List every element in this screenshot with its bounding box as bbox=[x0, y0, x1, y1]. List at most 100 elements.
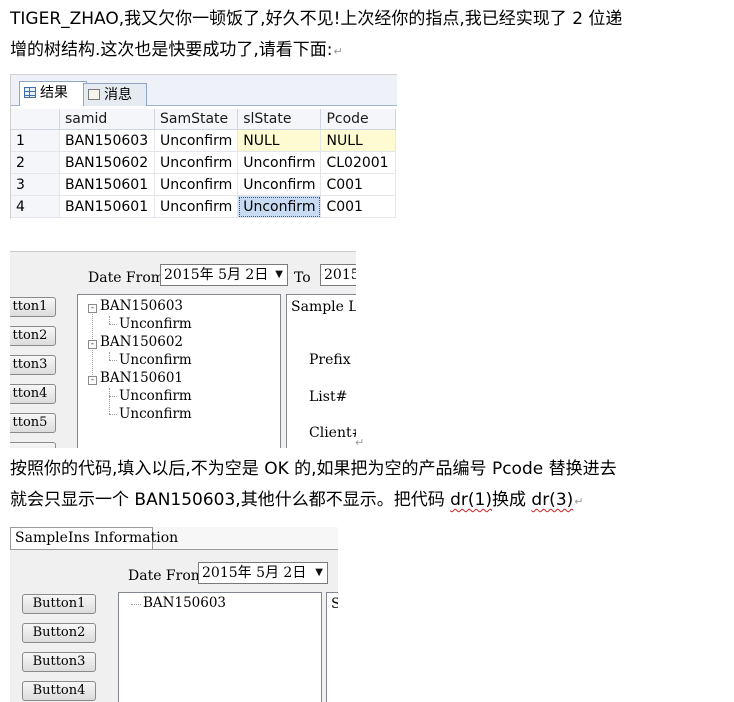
cell-pcode[interactable]: C001 bbox=[320, 173, 397, 196]
tree-node-unconfirm[interactable]: Unconfirm bbox=[119, 388, 192, 404]
sample-list-tab[interactable]: Sample Lis bbox=[291, 299, 356, 315]
date-from-picker[interactable]: 2015年 5月 2日 ▼ bbox=[198, 562, 328, 584]
list-number-label: List# bbox=[309, 389, 348, 405]
cell-samstate[interactable]: Unconfirm bbox=[154, 195, 239, 218]
cell-slstate-selected[interactable]: Unconfirm bbox=[237, 195, 322, 218]
sample-tree-view[interactable]: - BAN150603 Unconfirm - BAN150602 Unconf… bbox=[77, 294, 281, 448]
button-3[interactable]: tton3 bbox=[10, 355, 56, 375]
tab-messages[interactable]: 消息 bbox=[83, 83, 147, 106]
date-from-label: Date From bbox=[128, 568, 205, 584]
tree-node-unconfirm[interactable]: Unconfirm bbox=[119, 352, 192, 368]
sample-list-panel: Sample Lis Prefix C List# Client# bbox=[286, 294, 356, 448]
button-6[interactable] bbox=[10, 442, 56, 448]
cell-slstate[interactable]: NULL bbox=[237, 129, 322, 152]
column-header-pcode[interactable]: Pcode bbox=[320, 109, 397, 130]
tree-connector bbox=[109, 388, 110, 414]
tab-sampleins-information[interactable]: SampleIns Information bbox=[10, 527, 178, 549]
prefix-label: Prefix C bbox=[309, 352, 356, 368]
cell-samstate[interactable]: Unconfirm bbox=[154, 129, 239, 152]
followup-line-2b: 换成 bbox=[492, 490, 532, 510]
followup-line-2a: 就会只显示一个 BAN150603,其他什么都不显示。把代码 bbox=[10, 490, 451, 510]
results-tabstrip: 结果 消息 bbox=[11, 75, 397, 106]
followup-line-1: 按照你的代码,填入以后,不为空是 OK 的,如果把为空的产品编号 Pcode 替… bbox=[10, 454, 617, 485]
tree-node-ban150602[interactable]: BAN150602 bbox=[100, 334, 183, 350]
tree-connector bbox=[109, 316, 110, 324]
followup-line-2: 就会只显示一个 BAN150603,其他什么都不显示。把代码 dr(1)换成 d… bbox=[10, 485, 584, 517]
sample-list-panel: S bbox=[326, 592, 338, 702]
chevron-down-icon[interactable]: ▼ bbox=[275, 265, 283, 285]
tree-connector bbox=[109, 414, 117, 415]
cell-samid[interactable]: BAN150601 bbox=[59, 173, 155, 196]
table-row: 1 BAN150603 Unconfirm NULL NULL bbox=[11, 129, 397, 152]
sample-tree-view[interactable]: BAN150603 bbox=[118, 592, 322, 702]
cell-samid[interactable]: BAN150603 bbox=[59, 129, 155, 152]
tree-connector bbox=[131, 604, 141, 605]
column-header-slstate[interactable]: slState bbox=[237, 109, 322, 130]
date-to-picker[interactable]: 2015年 bbox=[320, 264, 356, 286]
table-row: 4 BAN150601 Unconfirm Unconfirm C001 bbox=[11, 195, 397, 218]
cell-samid[interactable]: BAN150602 bbox=[59, 151, 155, 174]
button-5[interactable]: tton5 bbox=[10, 413, 56, 433]
row-number[interactable]: 2 bbox=[11, 151, 60, 174]
code-dr1: dr(1) bbox=[450, 490, 492, 510]
button-2[interactable]: tton2 bbox=[10, 326, 56, 346]
button-4[interactable]: Button4 bbox=[22, 681, 96, 701]
button-2[interactable]: Button2 bbox=[22, 623, 96, 643]
tree-connector bbox=[109, 324, 117, 325]
intro-line-2: 增的树结构.这次也是快要成功了,请看下面:↵ bbox=[10, 35, 343, 67]
form-screenshot-1: Date From 2015年 5月 2日 ▼ To 2015年 tton1 t… bbox=[10, 251, 356, 448]
button-1[interactable]: Button1 bbox=[22, 594, 96, 614]
form-screenshot-2: SampleIns Information Date From 2015年 5月… bbox=[10, 527, 338, 702]
collapse-icon[interactable]: - bbox=[88, 376, 97, 385]
chevron-down-icon[interactable]: ▼ bbox=[315, 563, 323, 583]
cell-pcode[interactable]: NULL bbox=[320, 129, 397, 152]
cell-samid[interactable]: BAN150601 bbox=[59, 195, 155, 218]
sample-list-tab[interactable]: S bbox=[331, 596, 338, 612]
tab-results-label: 结果 bbox=[40, 85, 68, 101]
tab-results[interactable]: 结果 bbox=[19, 81, 87, 106]
paragraph-mark-icon: ↵ bbox=[574, 495, 584, 508]
tree-connector bbox=[109, 396, 117, 397]
table-row: 3 BAN150601 Unconfirm Unconfirm C001 bbox=[11, 173, 397, 196]
message-icon bbox=[88, 89, 100, 100]
cell-slstate[interactable]: Unconfirm bbox=[237, 151, 322, 174]
followup-line-1-text: 按照你的代码,填入以后,不为空是 OK 的,如果把为空的产品编号 Pcode 替… bbox=[10, 459, 617, 479]
tree-node-ban150601[interactable]: BAN150601 bbox=[100, 370, 183, 386]
collapse-icon[interactable]: - bbox=[88, 340, 97, 349]
column-header-samid[interactable]: samid bbox=[59, 109, 155, 130]
cell-samstate[interactable]: Unconfirm bbox=[154, 173, 239, 196]
code-dr3: dr(3) bbox=[531, 490, 574, 510]
paragraph-mark-icon: ↵ bbox=[333, 45, 343, 58]
button-3[interactable]: Button3 bbox=[22, 652, 96, 672]
button-4[interactable]: tton4 bbox=[10, 384, 56, 404]
table-header-row: samid SamState slState Pcode bbox=[11, 109, 397, 130]
tree-node-unconfirm[interactable]: Unconfirm bbox=[119, 316, 192, 332]
column-header-samstate[interactable]: SamState bbox=[154, 109, 239, 130]
cell-pcode[interactable]: C001 bbox=[320, 195, 397, 218]
collapse-icon[interactable]: - bbox=[88, 304, 97, 313]
results-grid-screenshot: 结果 消息 samid SamState slState Pcode 1 BAN… bbox=[10, 74, 397, 219]
cell-samstate[interactable]: Unconfirm bbox=[154, 151, 239, 174]
cell-pcode[interactable]: CL02001 bbox=[320, 151, 397, 174]
date-from-picker[interactable]: 2015年 5月 2日 ▼ bbox=[160, 264, 288, 286]
intro-line-2-text: 增的树结构.这次也是快要成功了,请看下面: bbox=[10, 40, 333, 60]
grid-icon bbox=[24, 87, 36, 98]
cell-slstate[interactable]: Unconfirm bbox=[237, 173, 322, 196]
tree-node-ban150603[interactable]: BAN150603 bbox=[143, 595, 226, 611]
tree-connector bbox=[109, 352, 110, 360]
row-number[interactable]: 4 bbox=[11, 195, 60, 218]
column-header-rownum bbox=[11, 109, 60, 130]
row-number[interactable]: 1 bbox=[11, 129, 60, 152]
date-to-value: 2015年 bbox=[324, 267, 356, 283]
results-table: samid SamState slState Pcode 1 BAN150603… bbox=[11, 109, 397, 218]
tree-node-unconfirm[interactable]: Unconfirm bbox=[119, 406, 192, 422]
tree-node-ban150603[interactable]: BAN150603 bbox=[100, 298, 183, 314]
tree-connector bbox=[109, 360, 117, 361]
to-label: To bbox=[294, 270, 311, 286]
button-1[interactable]: tton1 bbox=[10, 297, 56, 317]
table-row: 2 BAN150602 Unconfirm Unconfirm CL02001 bbox=[11, 151, 397, 174]
date-from-value: 2015年 5月 2日 bbox=[164, 267, 269, 283]
client-number-label: Client# bbox=[309, 425, 356, 441]
row-number[interactable]: 3 bbox=[11, 173, 60, 196]
date-from-label: Date From bbox=[88, 270, 165, 286]
